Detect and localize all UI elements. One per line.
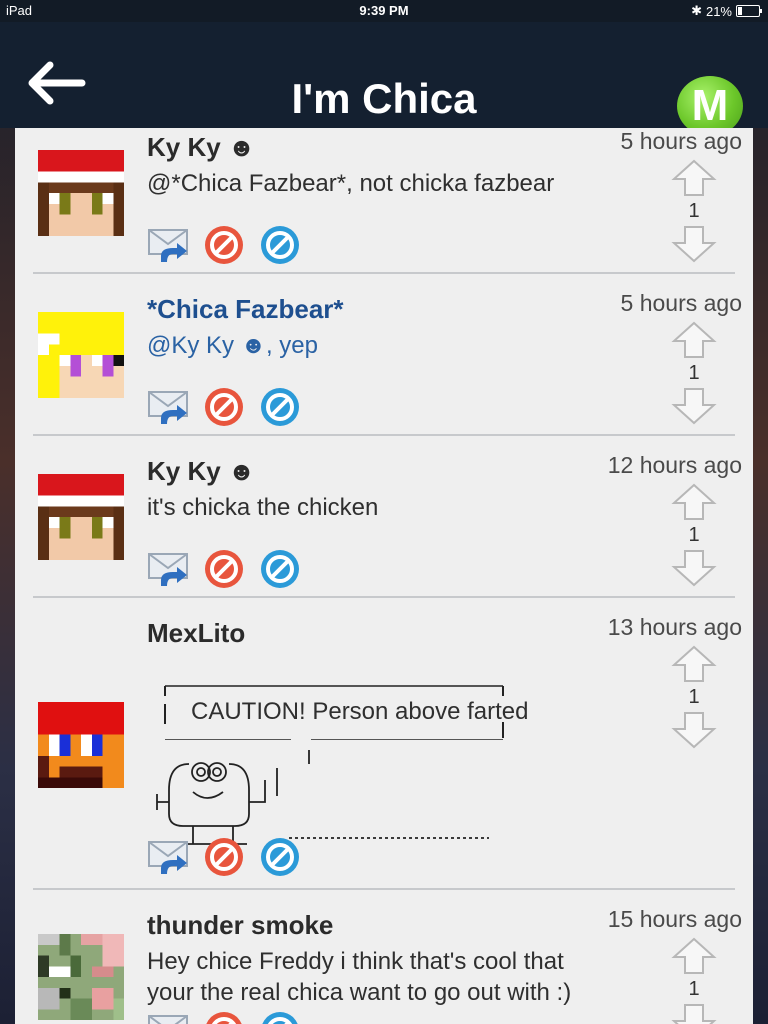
comment-item: MexLito 13 hours ago CAUTION! Person abo… bbox=[33, 614, 742, 890]
comment-actions bbox=[147, 548, 301, 590]
camo-avatar[interactable] bbox=[33, 934, 129, 1020]
downvote-icon[interactable] bbox=[671, 386, 717, 426]
upvote-icon[interactable] bbox=[671, 936, 717, 976]
upvote-icon[interactable] bbox=[671, 482, 717, 522]
vote-control: 1 bbox=[669, 158, 719, 264]
downvote-icon[interactable] bbox=[671, 710, 717, 750]
comment-actions bbox=[147, 386, 301, 428]
nav-bar: I'm Chica M bbox=[0, 22, 768, 136]
divider bbox=[33, 888, 735, 890]
downvote-icon[interactable] bbox=[671, 548, 717, 588]
comment-item: *Chica Fazbear* 5 hours ago @Ky Ky ☻, ye… bbox=[33, 290, 742, 436]
divider bbox=[33, 272, 735, 274]
comment-username[interactable]: Ky Ky ☻ bbox=[147, 456, 255, 487]
status-right: ✱ 21% bbox=[691, 3, 762, 19]
comment-text: it's chicka the chicken bbox=[147, 494, 379, 521]
comment-username[interactable]: Ky Ky ☻ bbox=[147, 132, 255, 163]
comment-item: thunder smoke 15 hours ago Hey chice Fre… bbox=[33, 906, 742, 1024]
status-bar: iPad 9:39 PM ✱ 21% bbox=[0, 0, 768, 22]
comment-item: Ky Ky ☻ 12 hours ago it's chicka the chi… bbox=[33, 452, 742, 598]
reply-icon[interactable] bbox=[147, 836, 189, 878]
divider bbox=[33, 434, 735, 436]
comment-text: @Ky Ky ☻, yep bbox=[147, 332, 318, 359]
comment-text: Hey chice Freddy i think that's cool tha… bbox=[147, 946, 571, 1008]
comment-actions bbox=[147, 224, 301, 266]
comment-actions bbox=[147, 1010, 301, 1024]
comment-timestamp: 5 hours ago bbox=[620, 290, 742, 316]
santa-hat-avatar[interactable] bbox=[33, 474, 129, 560]
mute-icon[interactable] bbox=[259, 386, 301, 428]
comment-timestamp: 12 hours ago bbox=[607, 452, 742, 478]
blonde-avatar[interactable] bbox=[33, 312, 129, 398]
comment-text-line: Hey chice Freddy i think that's cool tha… bbox=[147, 948, 564, 975]
upvote-icon[interactable] bbox=[671, 158, 717, 198]
reply-icon[interactable] bbox=[147, 224, 189, 266]
vote-count: 1 bbox=[688, 686, 700, 708]
clock: 9:39 PM bbox=[359, 3, 409, 18]
mute-icon[interactable] bbox=[259, 836, 301, 878]
comment-text-line: your the real chica want to go out with … bbox=[147, 979, 572, 1006]
vote-count: 1 bbox=[688, 978, 700, 1000]
vote-count: 1 bbox=[688, 200, 700, 222]
reply-icon[interactable] bbox=[147, 548, 189, 590]
mario-avatar[interactable] bbox=[33, 702, 129, 788]
mute-icon[interactable] bbox=[259, 1010, 301, 1024]
divider bbox=[33, 596, 735, 598]
comment-timestamp: 15 hours ago bbox=[607, 906, 742, 932]
vote-control: 1 bbox=[669, 936, 719, 1024]
comment-list[interactable]: Ky Ky ☻ 5 hours ago @*Chica Fazbear*, no… bbox=[15, 128, 753, 1024]
comment-text: @*Chica Fazbear*, not chicka fazbear bbox=[147, 170, 555, 197]
comment-item: Ky Ky ☻ 5 hours ago @*Chica Fazbear*, no… bbox=[33, 128, 742, 274]
app-logo-button[interactable]: M bbox=[677, 76, 743, 136]
downvote-icon[interactable] bbox=[671, 224, 717, 264]
comment-timestamp: 13 hours ago bbox=[607, 614, 742, 640]
block-icon[interactable] bbox=[203, 548, 245, 590]
downvote-icon[interactable] bbox=[671, 1002, 717, 1024]
vote-count: 1 bbox=[688, 362, 700, 384]
comment-username[interactable]: *Chica Fazbear* bbox=[147, 294, 344, 325]
comment-timestamp: 5 hours ago bbox=[620, 128, 742, 154]
mute-icon[interactable] bbox=[259, 548, 301, 590]
comment-actions bbox=[147, 836, 301, 878]
comment-username[interactable]: thunder smoke bbox=[147, 910, 333, 941]
santa-hat-avatar[interactable] bbox=[33, 150, 129, 236]
comment-text: CAUTION! Person above farted bbox=[191, 698, 529, 725]
vote-control: 1 bbox=[669, 644, 719, 750]
vote-control: 1 bbox=[669, 482, 719, 588]
block-icon[interactable] bbox=[203, 224, 245, 266]
mute-icon[interactable] bbox=[259, 224, 301, 266]
reply-icon[interactable] bbox=[147, 1010, 189, 1024]
block-icon[interactable] bbox=[203, 386, 245, 428]
vote-control: 1 bbox=[669, 320, 719, 426]
block-icon[interactable] bbox=[203, 1010, 245, 1024]
reply-icon[interactable] bbox=[147, 386, 189, 428]
comment-username[interactable]: MexLito bbox=[147, 618, 245, 649]
vote-count: 1 bbox=[688, 524, 700, 546]
page-title: I'm Chica bbox=[291, 75, 477, 122]
bluetooth-icon: ✱ bbox=[691, 3, 702, 18]
upvote-icon[interactable] bbox=[671, 320, 717, 360]
battery-percent: 21% bbox=[705, 3, 732, 19]
upvote-icon[interactable] bbox=[671, 644, 717, 684]
block-icon[interactable] bbox=[203, 836, 245, 878]
battery-icon bbox=[736, 5, 762, 17]
